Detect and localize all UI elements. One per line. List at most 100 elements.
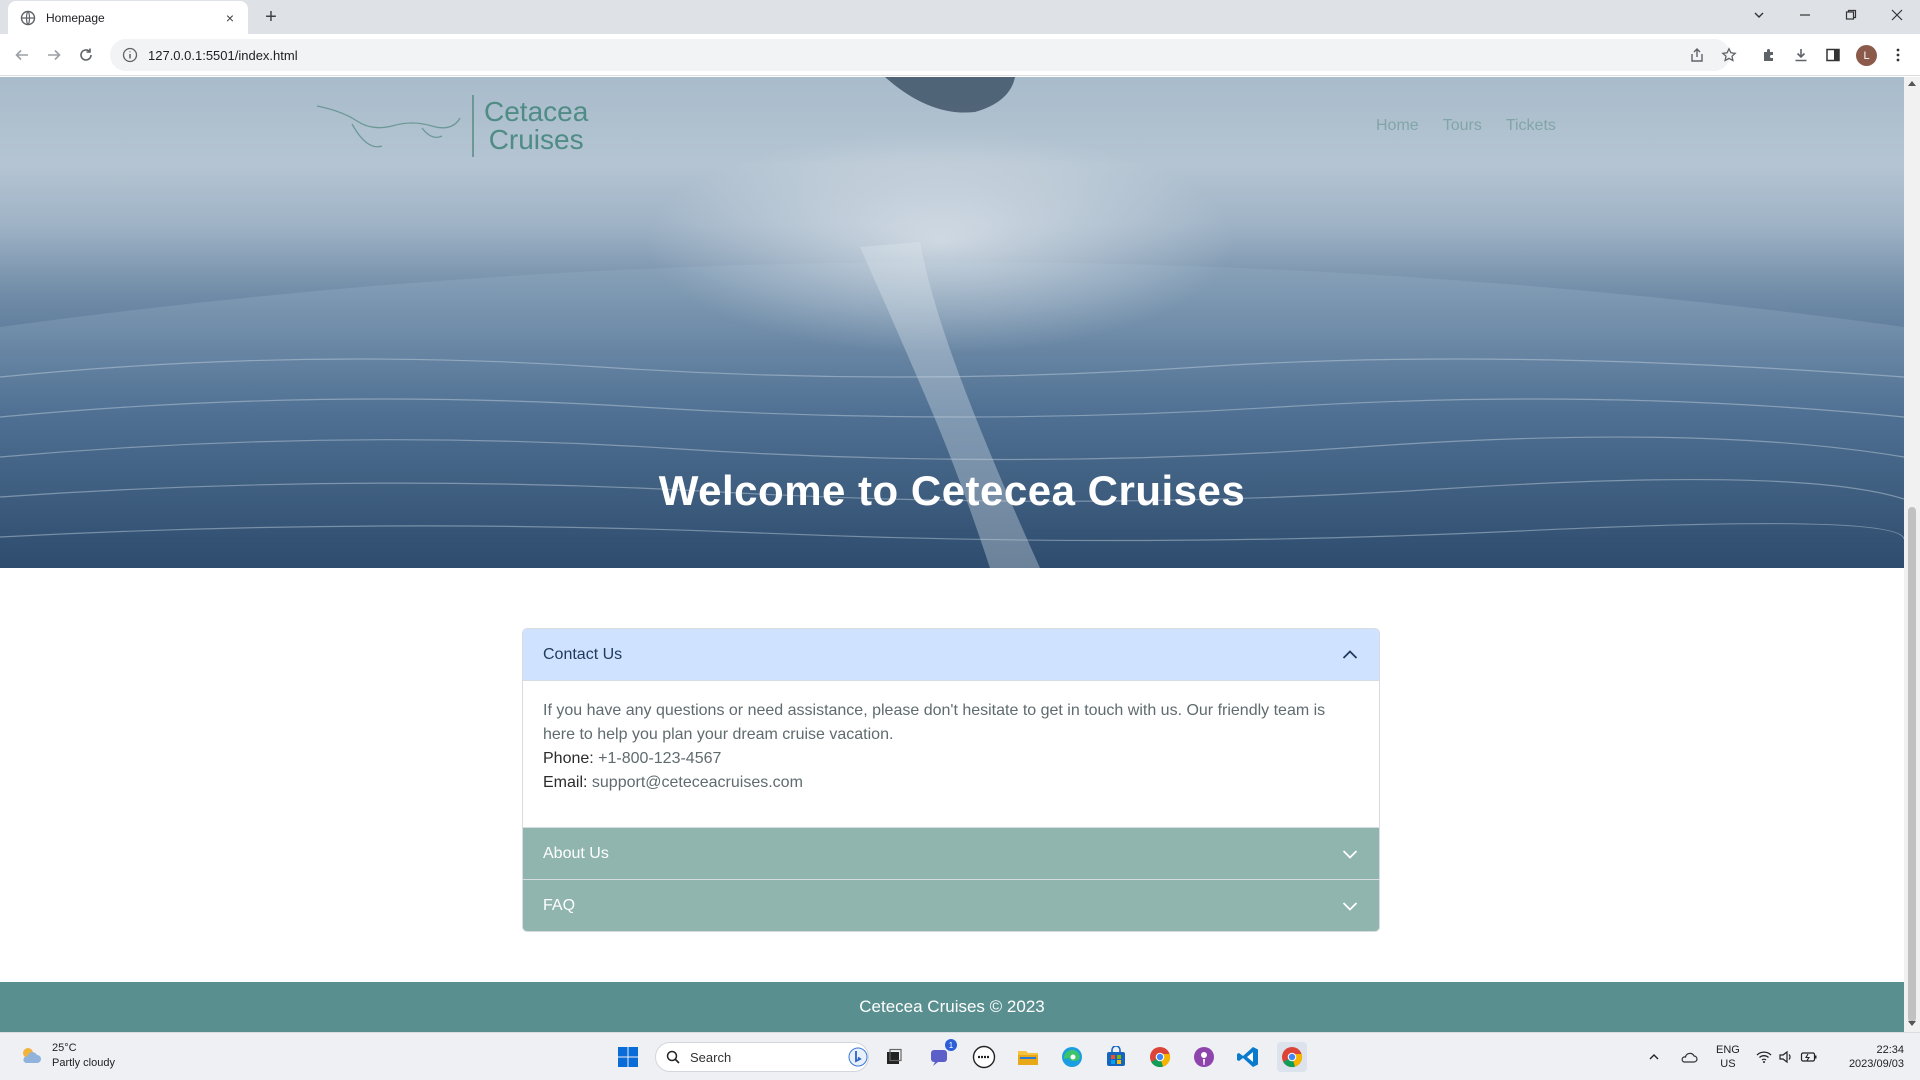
info-icon[interactable]	[122, 47, 138, 63]
arrow-right-icon	[48, 49, 61, 61]
tab-search-button[interactable]	[1736, 0, 1782, 30]
scroll-up-arrow[interactable]	[1908, 81, 1916, 86]
onedrive-button[interactable]	[1680, 1033, 1698, 1080]
email-value: support@ceteceacruises.com	[591, 774, 803, 791]
store-button[interactable]	[1101, 1042, 1131, 1072]
accordion-header-faq[interactable]: FAQ	[523, 879, 1379, 931]
profile-avatar[interactable]: L	[1856, 45, 1877, 66]
site-footer: Cetecea Cruises © 2023	[0, 982, 1904, 1032]
puzzle-icon	[1764, 49, 1773, 61]
restore-icon	[1845, 9, 1857, 20]
share-icon	[1691, 48, 1703, 62]
browser-tab-bar: Homepage × +	[0, 0, 1920, 34]
tab-close-button[interactable]: ×	[222, 10, 238, 26]
browser-toolbar: 127.0.0.1:5501/index.html	[0, 34, 1920, 76]
chat-badge: 1	[945, 1039, 957, 1051]
clock-time: 22:34	[1876, 1044, 1904, 1056]
folder-icon	[1018, 1051, 1038, 1065]
site-logo[interactable]: Cetacea Cruises	[312, 95, 588, 157]
system-clock[interactable]: 22:34 2023/09/03	[1838, 1043, 1904, 1071]
accordion-title-about: About Us	[543, 844, 609, 862]
globe-icon	[20, 10, 36, 25]
edge-button[interactable]	[1057, 1042, 1087, 1072]
vscode-button[interactable]	[1233, 1042, 1263, 1072]
brand-line-2: Cruises	[488, 124, 584, 155]
back-button[interactable]	[9, 42, 35, 68]
reload-button[interactable]	[73, 42, 99, 68]
chrome-active-button[interactable]	[1277, 1042, 1307, 1072]
lang-line-1: ENG	[1716, 1044, 1740, 1056]
taskbar-search[interactable]: Search	[655, 1042, 869, 1072]
menu-button[interactable]	[1887, 44, 1909, 66]
cloud-icon	[1681, 1052, 1698, 1063]
brand-name: Cetacea Cruises	[484, 98, 588, 154]
chrome-icon	[1282, 1047, 1303, 1068]
bing-icon	[848, 1047, 868, 1067]
new-tab-button[interactable]: +	[258, 4, 284, 30]
info-accordion: Contact Us If you have any questions or …	[522, 628, 1380, 932]
address-bar[interactable]: 127.0.0.1:5501/index.html	[110, 39, 1730, 71]
minimize-button[interactable]	[1782, 0, 1828, 30]
nav-tours[interactable]: Tours	[1443, 117, 1482, 135]
dell-app-button[interactable]	[969, 1042, 999, 1072]
side-panel-button[interactable]	[1822, 44, 1844, 66]
extensions-button[interactable]	[1758, 44, 1780, 66]
hero-banner: Cetacea Cruises Home Tours Tickets Welco…	[0, 77, 1904, 568]
bookmark-button[interactable]	[1718, 44, 1740, 66]
language-indicator[interactable]: ENG US	[1716, 1043, 1740, 1071]
teams-chat-button[interactable]: 1	[925, 1039, 957, 1072]
page-viewport: Cetacea Cruises Home Tours Tickets Welco…	[0, 77, 1904, 1032]
network-button[interactable]	[1756, 1033, 1772, 1080]
nav-tickets[interactable]: Tickets	[1506, 117, 1556, 135]
whale-icon	[316, 105, 461, 148]
scroll-down-arrow[interactable]	[1908, 1021, 1916, 1026]
forward-button[interactable]	[41, 42, 67, 68]
download-icon	[1795, 49, 1807, 62]
tray-overflow-button[interactable]	[1648, 1033, 1660, 1080]
search-icon	[666, 1050, 680, 1064]
url-text: 127.0.0.1:5501/index.html	[148, 47, 298, 63]
battery-icon	[1800, 1052, 1817, 1062]
vscode-icon	[1237, 1047, 1258, 1067]
battery-button[interactable]	[1800, 1033, 1818, 1080]
accordion-body-contact: If you have any questions or need assist…	[523, 681, 1379, 827]
scrollbar-thumb[interactable]	[1908, 507, 1916, 1022]
accordion-title-faq: FAQ	[543, 896, 576, 914]
file-explorer-button[interactable]	[1013, 1042, 1043, 1072]
close-window-button[interactable]	[1874, 0, 1920, 30]
podcast-app-button[interactable]	[1189, 1042, 1219, 1072]
downloads-button[interactable]	[1790, 44, 1812, 66]
tab-title: Homepage	[46, 10, 105, 25]
windows-taskbar: 25°C Partly cloudy Search 1 ENG US 22:34…	[0, 1032, 1920, 1080]
accordion-header-about[interactable]: About Us	[523, 827, 1379, 879]
chevron-down-icon	[1754, 12, 1764, 18]
chrome-icon	[1150, 1047, 1171, 1068]
chrome-button[interactable]	[1145, 1042, 1175, 1072]
restore-button[interactable]	[1828, 0, 1874, 30]
lang-line-2: US	[1720, 1058, 1736, 1070]
weather-text: 25°C Partly cloudy	[52, 1041, 115, 1071]
podcast-icon	[1194, 1047, 1214, 1067]
main-nav: Home Tours Tickets	[1376, 117, 1556, 135]
close-icon	[1891, 9, 1903, 21]
hero-title: Welcome to Cetecea Cruises	[658, 467, 1246, 514]
accordion-header-contact[interactable]: Contact Us	[523, 629, 1379, 681]
browser-tab[interactable]: Homepage ×	[8, 1, 248, 34]
chevron-down-icon	[1342, 901, 1358, 911]
chevron-up-icon	[1342, 649, 1358, 659]
nav-home[interactable]: Home	[1376, 117, 1419, 135]
volume-button[interactable]	[1778, 1033, 1794, 1080]
contact-phone-row: Phone: +1-800-123-4567	[543, 747, 1359, 771]
clock-date: 2023/09/03	[1848, 1058, 1904, 1070]
start-button[interactable]	[613, 1042, 643, 1072]
task-view-button[interactable]	[879, 1042, 909, 1072]
star-icon	[1721, 47, 1737, 62]
page-scrollbar[interactable]	[1904, 77, 1920, 1032]
wifi-icon	[1756, 1051, 1772, 1063]
weather-widget[interactable]: 25°C Partly cloudy	[18, 1041, 115, 1071]
footer-text: Cetecea Cruises © 2023	[859, 997, 1045, 1016]
logo-divider	[472, 95, 474, 157]
share-button[interactable]	[1686, 44, 1708, 66]
search-placeholder: Search	[690, 1049, 732, 1065]
email-label: Email:	[543, 774, 588, 791]
